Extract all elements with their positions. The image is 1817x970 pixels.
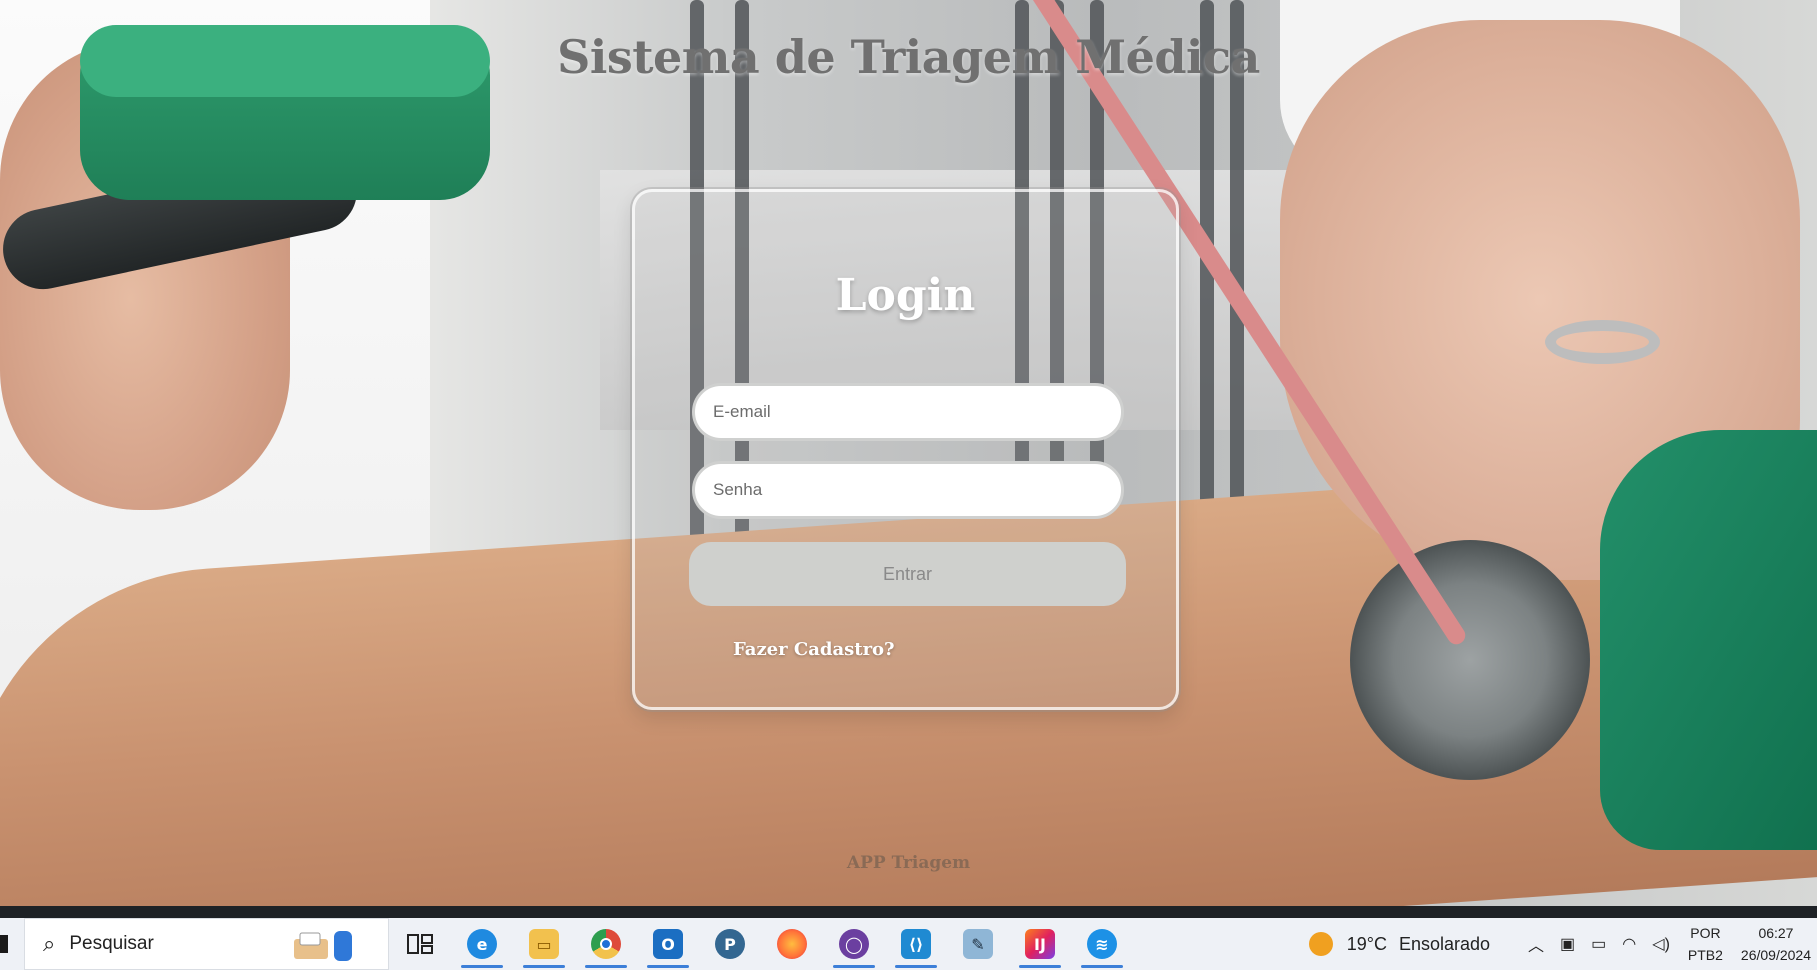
windows-icon	[0, 935, 8, 953]
taskbar-edge	[0, 906, 1817, 918]
submit-button[interactable]: Entrar	[689, 542, 1126, 606]
weather-widget[interactable]: 19°C Ensolarado	[1308, 932, 1491, 956]
search-icon: ⌕	[43, 931, 56, 956]
clock[interactable]: 06:27 26/09/2024	[1741, 922, 1811, 966]
taskbar-search[interactable]: ⌕ Pesquisar	[24, 918, 389, 970]
email-input[interactable]	[692, 383, 1124, 441]
chevron-up-icon[interactable]: ︿	[1528, 932, 1544, 956]
github-desktop-icon[interactable]: ◯	[823, 918, 885, 970]
battery-icon[interactable]: ▭	[1591, 934, 1606, 954]
start-button[interactable]	[0, 918, 24, 970]
page-title: Sistema de Triagem Médica	[557, 30, 1260, 84]
edge-icon[interactable]: e	[451, 918, 513, 970]
login-title: Login	[835, 270, 976, 321]
weather-temp: 19°C	[1346, 933, 1387, 954]
intellij-icon[interactable]: IJ	[1009, 918, 1071, 970]
weather-condition: Ensolarado	[1398, 933, 1491, 954]
search-highlight-icon	[294, 931, 352, 961]
login-card: Login Entrar Fazer Cadastro?	[632, 189, 1179, 710]
keyboard-layout: PTB2	[1687, 947, 1723, 963]
docker-icon[interactable]: ≋	[1071, 918, 1133, 970]
register-link[interactable]: Fazer Cadastro?	[733, 639, 895, 660]
firefox-icon[interactable]	[761, 918, 823, 970]
task-view-icon[interactable]	[389, 918, 451, 970]
postgresql-icon[interactable]: P	[699, 918, 761, 970]
clock-date: 26/09/2024	[1740, 947, 1811, 963]
outlook-icon[interactable]: O	[637, 918, 699, 970]
password-input[interactable]	[692, 461, 1124, 519]
system-tray: 19°C Ensolarado ︿ ▣ ▭ ◠ ◁) POR PTB2 06:2…	[1308, 918, 1817, 970]
wifi-icon[interactable]: ◠	[1622, 934, 1636, 954]
volume-icon[interactable]: ◁)	[1652, 934, 1670, 954]
notepad-icon[interactable]: ✎	[947, 918, 1009, 970]
search-placeholder: Pesquisar	[69, 933, 154, 954]
file-explorer-icon[interactable]: ▭	[513, 918, 575, 970]
clock-time: 06:27	[1758, 925, 1794, 941]
vscode-icon[interactable]: ⟨⟩	[885, 918, 947, 970]
footer-text: APP Triagem	[846, 853, 971, 873]
language-code: POR	[1690, 925, 1721, 941]
meet-now-icon[interactable]: ▣	[1560, 934, 1575, 954]
language-indicator[interactable]: POR PTB2	[1688, 922, 1723, 966]
sun-icon	[1308, 932, 1333, 956]
chrome-icon[interactable]	[575, 918, 637, 970]
taskbar: ⌕ Pesquisar e ▭ O P ◯ ⟨⟩ ✎ IJ ≋ 19°C Ens…	[0, 918, 1817, 970]
